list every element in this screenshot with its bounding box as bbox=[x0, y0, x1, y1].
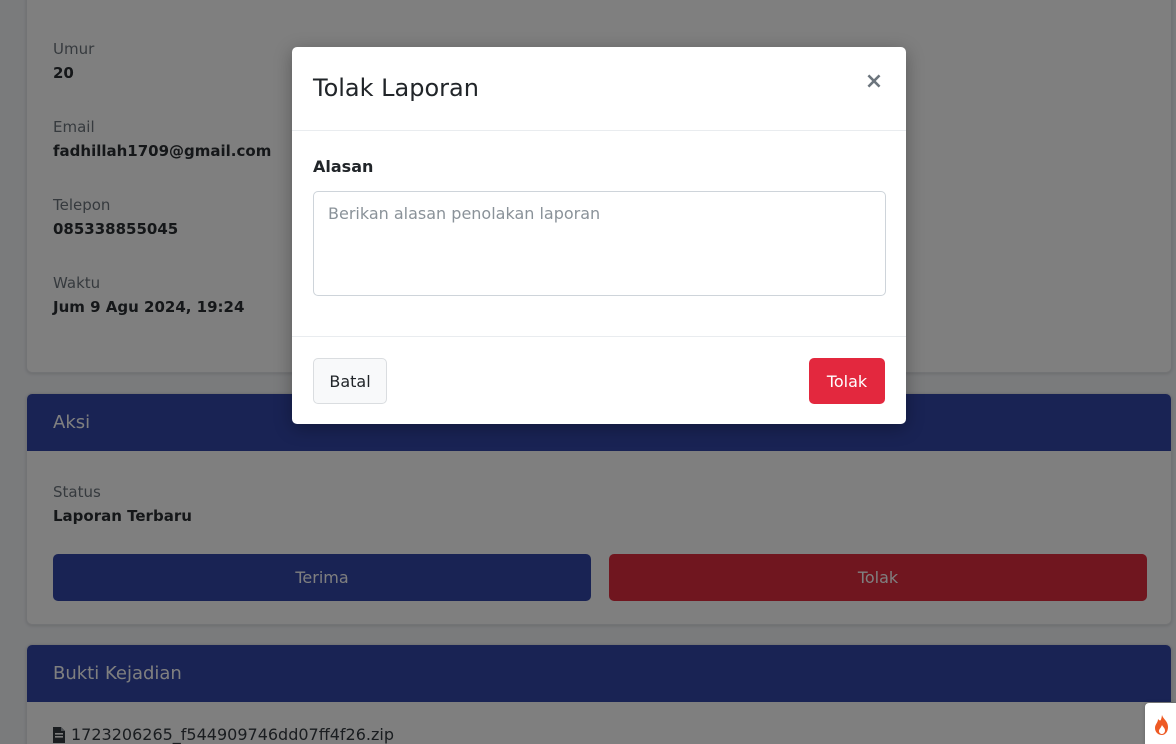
reject-report-modal: Tolak Laporan × Alasan Batal Tolak bbox=[292, 47, 906, 424]
flame-icon bbox=[1155, 715, 1168, 735]
modal-header: Tolak Laporan × bbox=[292, 47, 906, 131]
modal-title: Tolak Laporan bbox=[313, 74, 479, 102]
reason-label: Alasan bbox=[313, 157, 374, 176]
page: Umur 20 Email fadhillah1709@gmail.com Te… bbox=[0, 0, 1176, 744]
cancel-button[interactable]: Batal bbox=[313, 358, 387, 404]
debug-toolbar-button[interactable] bbox=[1145, 703, 1176, 744]
modal-body: Alasan bbox=[292, 131, 906, 337]
reason-textarea[interactable] bbox=[313, 191, 886, 296]
modal-footer: Batal Tolak bbox=[292, 337, 906, 424]
submit-reject-button[interactable]: Tolak bbox=[809, 358, 885, 404]
close-icon[interactable]: × bbox=[862, 69, 886, 94]
